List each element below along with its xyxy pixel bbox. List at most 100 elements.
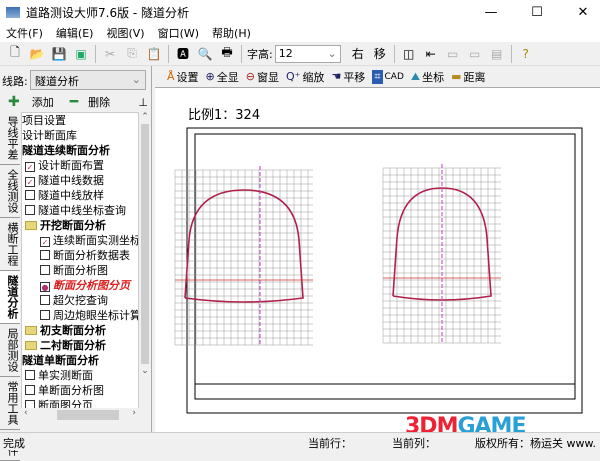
current-column: 当前列： — [392, 437, 436, 450]
checkbox[interactable] — [40, 310, 50, 320]
checkbox[interactable] — [25, 190, 35, 200]
maximize-button[interactable]: ☐ — [520, 5, 554, 20]
tree-item[interactable]: 断面分析图 — [22, 263, 138, 278]
ruler-icon: ▬ — [451, 70, 462, 83]
tree-item[interactable]: 隧道单断面分析 — [22, 353, 138, 368]
close-button[interactable]: ✕ — [566, 5, 600, 20]
tree-item[interactable]: 超欠挖查询 — [22, 293, 138, 308]
sidebar-tab[interactable]: 局部测设 — [0, 324, 20, 377]
tree-item[interactable]: 隧道中线放样 — [22, 188, 138, 203]
folder-icon — [25, 326, 37, 335]
tree-item[interactable]: 断面分析数据表 — [22, 248, 138, 263]
zoom-icon: Q⁺ — [285, 70, 301, 83]
dock-left-icon[interactable]: ⇤ — [420, 44, 442, 64]
drawing-canvas[interactable]: 比例1：324 3DMGAME — [155, 88, 600, 439]
chevron-down-icon: ⌄ — [131, 73, 141, 86]
tree-item[interactable]: 隧道中线坐标查询 — [22, 203, 138, 218]
tree-item[interactable]: 单实测断面 — [22, 368, 138, 383]
window-title: 道路测设大师7.6版 - 隧道分析 — [26, 5, 190, 20]
tree-item[interactable]: ✓ 连续断面实测坐标 — [22, 233, 138, 248]
distance-button[interactable]: ▬ 距离 — [451, 69, 485, 85]
checkbox[interactable]: ✓ — [40, 237, 50, 247]
tree-item[interactable]: 二衬断面分析 — [22, 338, 138, 353]
dock-top-icon[interactable]: ▭ — [464, 44, 486, 64]
pin-icon[interactable]: ⊥ — [138, 96, 148, 109]
folder-icon — [25, 221, 37, 230]
text-icon[interactable]: 🅰 — [172, 44, 194, 64]
menu-window[interactable]: 窗口(W) — [158, 25, 199, 41]
save-icon[interactable]: 💾 — [48, 44, 70, 64]
sidebar-tab[interactable]: 横断工程 — [0, 218, 20, 271]
checkbox[interactable] — [25, 205, 35, 215]
tree-item[interactable]: 开挖断面分析 — [22, 218, 138, 233]
copy-icon[interactable]: ⎘ — [121, 44, 143, 64]
menu-file[interactable]: 文件(F) — [6, 25, 43, 41]
settings-button[interactable]: Å 设置 — [167, 69, 199, 85]
zoom-extents-icon: ⊕ — [205, 70, 215, 83]
app-icon — [6, 6, 20, 18]
checkbox[interactable] — [40, 265, 50, 275]
tree-item[interactable]: ✓ 隧道中线数据 — [22, 173, 138, 188]
menu-bar: 文件(F) 编辑(E) 视图(V) 窗口(W) 帮助(H) — [0, 24, 600, 42]
tree-item[interactable]: 初支断面分析 — [22, 323, 138, 338]
vertical-tabs: 导线平差全线测设横断工程隧道分析局部测设常用工具软件 — [0, 112, 20, 461]
zoom-button[interactable]: Q⁺ 缩放 — [286, 69, 324, 85]
align-right-button[interactable]: 右 — [347, 44, 369, 64]
layout-split-icon[interactable]: ▤ — [486, 44, 508, 64]
tunnel-profile — [184, 189, 304, 303]
zoom-extents-button[interactable]: ⊕ 全显 — [206, 69, 239, 85]
sidebar: 线路: 隧道分析 ⌄ ✚ 添加 ━ 删除 ⊥ 导线平差 全线测设 横断工程 隧道分析 局部… — [0, 66, 152, 461]
menu-view[interactable]: 视图(V) — [106, 25, 144, 41]
cad-button[interactable]: ⌗ CAD — [372, 69, 404, 84]
coordinate-button[interactable]: ⛰ 坐标 — [411, 69, 444, 85]
tree-item[interactable]: 单断面分析图 — [22, 383, 138, 398]
delete-icon[interactable]: ━ — [70, 94, 78, 110]
route-select[interactable]: 隧道分析 ⌄ — [30, 70, 146, 90]
tree-item[interactable]: ✓ 设计断面布置 — [22, 158, 138, 173]
layout-left-icon[interactable]: ◫ — [398, 44, 420, 64]
menu-edit[interactable]: 编辑(E) — [56, 25, 94, 41]
tree-item[interactable]: 隧道连续断面分析 — [22, 143, 138, 158]
tree-item[interactable]: 设计断面库 — [22, 128, 138, 143]
checkbox[interactable] — [25, 370, 35, 380]
print-icon[interactable]: 🖶 — [216, 44, 238, 64]
help-icon[interactable]: ? — [515, 44, 537, 64]
add-icon[interactable]: ✚ — [8, 94, 20, 110]
menu-help[interactable]: 帮助(H) — [212, 25, 251, 41]
tree-item[interactable]: 周边炮眼坐标计算 — [22, 308, 138, 323]
delete-button[interactable]: 删除 — [88, 94, 110, 110]
tree-item[interactable]: 项目设置 — [22, 113, 138, 128]
zoom-window-button[interactable]: ⊖ 窗显 — [246, 69, 279, 85]
checkbox[interactable] — [25, 385, 35, 395]
open-folder-icon[interactable]: 📂 — [26, 44, 48, 64]
minimize-button[interactable]: — — [474, 5, 508, 20]
add-button[interactable]: 添加 — [32, 94, 54, 110]
sheet-border — [186, 127, 583, 414]
pan-icon: ☚ — [331, 70, 342, 83]
cut-icon[interactable]: ✂ — [99, 44, 121, 64]
instrument-icon[interactable]: ▣ — [70, 44, 92, 64]
checkbox[interactable]: ● — [40, 282, 50, 292]
new-file-icon[interactable]: 🗋 — [4, 44, 26, 64]
font-height-label: 字高: — [247, 47, 273, 61]
print-preview-icon[interactable]: 🔍 — [194, 44, 216, 64]
checkbox[interactable] — [40, 250, 50, 260]
tree-item[interactable]: ● 断面分析图分页 — [22, 278, 138, 293]
coordinate-icon: ⛰ — [410, 69, 421, 83]
sidebar-tab[interactable]: 导线平差 — [0, 112, 20, 165]
checkbox[interactable]: ✓ — [25, 162, 35, 172]
tree-vertical-scrollbar[interactable]: ⌃ ⌄ — [139, 112, 151, 408]
title-block — [194, 383, 576, 400]
checkbox[interactable]: ✓ — [25, 177, 35, 187]
tree-horizontal-scrollbar[interactable]: ‹ › — [21, 408, 139, 422]
pan-button[interactable]: ☚ 平移 — [331, 69, 365, 85]
sidebar-tab[interactable]: 常用工具 — [0, 377, 20, 430]
sidebar-tab[interactable]: 隧道分析 — [0, 271, 20, 324]
dock-bottom-icon[interactable]: ▭ — [442, 44, 464, 64]
font-height-select[interactable]: 12 ⌄ — [274, 44, 341, 63]
tunnel-drawing-sheet — [174, 127, 583, 414]
checkbox[interactable] — [40, 295, 50, 305]
sidebar-tab[interactable]: 全线测设 — [0, 165, 20, 218]
paste-icon[interactable]: 📋 — [143, 44, 165, 64]
move-button[interactable]: 移 — [369, 44, 391, 64]
